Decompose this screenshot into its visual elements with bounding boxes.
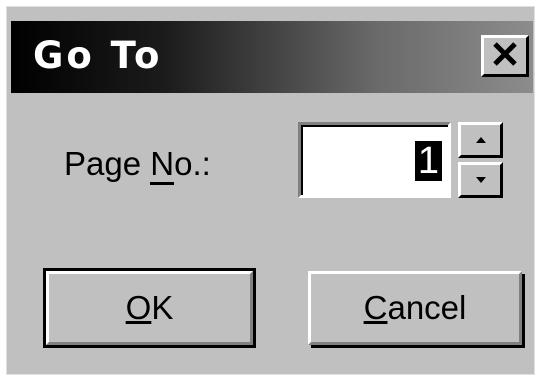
close-icon [490,41,520,72]
dialog-title: Go To [33,34,163,77]
spin-down-button[interactable] [458,162,503,198]
close-button[interactable] [481,35,529,77]
arrow-up-icon [475,131,487,149]
go-to-dialog: Go To Page No.: 1 OK Cancel [6,6,535,375]
arrow-down-icon [475,171,487,189]
spin-up-button[interactable] [458,122,503,158]
cancel-button[interactable]: Cancel [308,271,522,345]
ok-button[interactable]: OK [43,268,256,348]
page-number-input[interactable]: 1 [298,122,451,198]
page-number-label: Page No.: [64,142,211,186]
page-number-value: 1 [414,141,442,181]
title-bar[interactable]: Go To [11,21,533,93]
cancel-button-label: Cancel [363,289,467,326]
ok-button-label: OK [125,289,174,326]
